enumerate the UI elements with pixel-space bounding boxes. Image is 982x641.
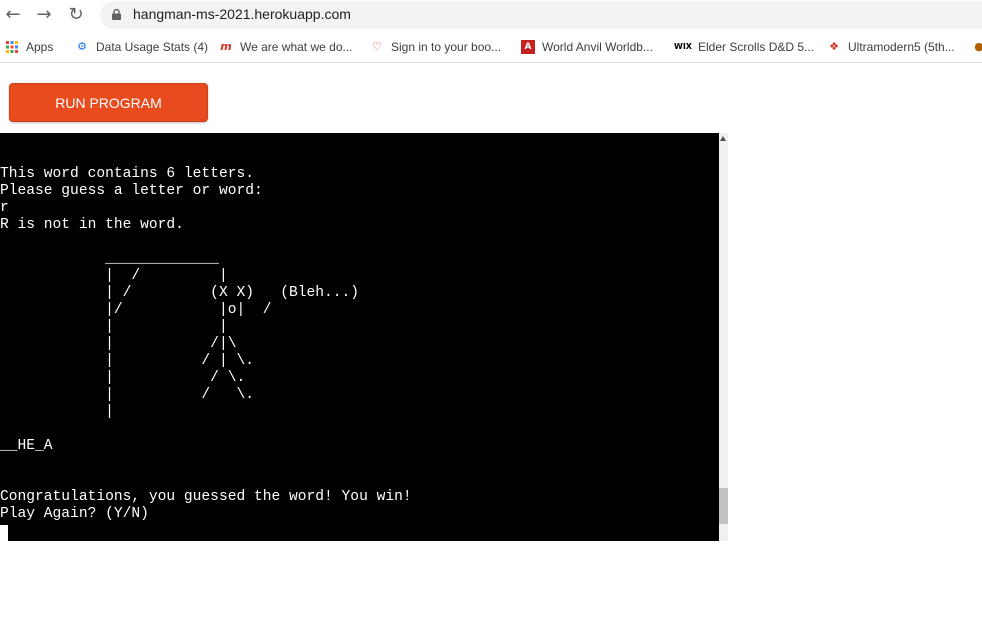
heart-icon: ♡ xyxy=(372,40,382,53)
reload-icon[interactable]: ↻ xyxy=(65,4,87,26)
forward-arrow-icon[interactable]: → xyxy=(33,4,55,26)
back-arrow-icon[interactable]: ← xyxy=(2,4,24,26)
bookmark-label: Apps xyxy=(26,40,54,54)
anvil-icon: A xyxy=(521,40,535,54)
lock-icon xyxy=(112,9,121,20)
bookmark-elder-scrolls[interactable]: WIX Elder Scrolls D&D 5... xyxy=(674,37,814,57)
bookmark-we-are-what-we-do[interactable]: m We are what we do... xyxy=(219,37,353,57)
browser-toolbar: ← → ↻ hangman-ms-2021.herokuapp.com xyxy=(0,0,982,30)
bookmark-logo-icon: ❖ xyxy=(829,40,839,53)
partial-bookmark-icon: ● xyxy=(974,40,982,53)
bookmark-ultramodern5[interactable]: ❖ Ultramodern5 (5th... xyxy=(827,37,955,57)
scroll-thumb[interactable] xyxy=(719,488,728,524)
address-bar[interactable]: hangman-ms-2021.herokuapp.com xyxy=(100,1,982,29)
bookmarks-bar: Apps ⚙ Data Usage Stats (4) m We are wha… xyxy=(0,32,982,63)
m-logo-icon: m xyxy=(220,40,232,53)
bookmark-data-usage[interactable]: ⚙ Data Usage Stats (4) xyxy=(75,37,208,57)
terminal[interactable]: This word contains 6 letters. Please gue… xyxy=(0,133,719,541)
scroll-up-arrow-icon[interactable] xyxy=(720,136,726,141)
data-usage-icon: ⚙ xyxy=(77,40,87,53)
run-program-button[interactable]: RUN PROGRAM xyxy=(9,83,208,122)
wix-icon: WIX xyxy=(674,42,692,51)
bookmark-label: World Anvil Worldb... xyxy=(542,40,653,54)
url-text: hangman-ms-2021.herokuapp.com xyxy=(133,6,351,22)
bookmark-label: Elder Scrolls D&D 5... xyxy=(698,40,815,54)
bookmark-world-anvil[interactable]: A World Anvil Worldb... xyxy=(521,37,653,57)
bookmark-label: We are what we do... xyxy=(240,40,353,54)
terminal-output: This word contains 6 letters. Please gue… xyxy=(0,166,412,522)
bookmark-apps[interactable]: Apps xyxy=(5,37,53,57)
bookmark-sign-in[interactable]: ♡ Sign in to your boo... xyxy=(370,37,501,57)
bookmark-overflow[interactable]: ● xyxy=(972,37,982,57)
apps-grid-icon xyxy=(6,41,18,53)
bookmark-label: Data Usage Stats (4) xyxy=(96,40,209,54)
bookmark-label: Ultramodern5 (5th... xyxy=(848,40,955,54)
bookmark-label: Sign in to your boo... xyxy=(391,40,502,54)
terminal-cursor xyxy=(0,525,8,541)
terminal-scrollbar[interactable] xyxy=(719,133,728,541)
